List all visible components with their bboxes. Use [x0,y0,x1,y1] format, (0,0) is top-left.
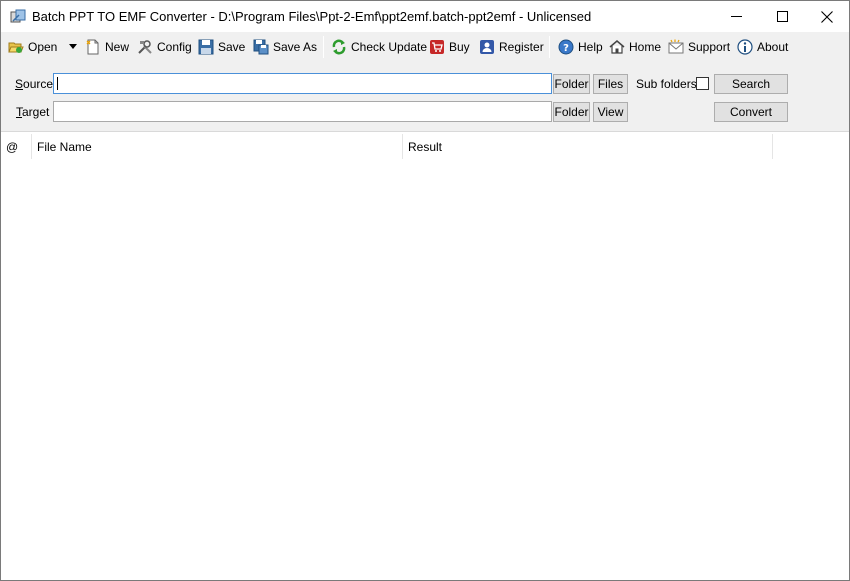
support-button[interactable]: Support [668,37,730,57]
tools-icon [138,40,152,54]
text-caret [57,77,58,90]
register-label: Register [499,40,544,54]
title-bar[interactable]: Batch PPT TO EMF Converter - D:\Program … [1,1,849,32]
home-label: Home [629,40,662,54]
about-button[interactable]: About [737,37,788,57]
support-label: Support [688,40,731,54]
app-window: Batch PPT TO EMF Converter - D:\Program … [0,0,850,581]
svg-text:?: ? [563,43,569,54]
save-as-button[interactable]: Save As [253,37,317,57]
target-view-button[interactable]: View [593,102,628,122]
save-button[interactable]: Save [198,37,245,57]
window-title: Batch PPT TO EMF Converter - D:\Program … [32,9,592,24]
column-header-file-name[interactable]: File Name [32,134,403,159]
target-folder-button[interactable]: Folder [553,102,590,122]
buy-label: Buy [449,40,470,54]
target-input[interactable] [53,101,552,122]
column-header-status[interactable]: @ [1,134,32,159]
check-update-button[interactable]: Check Update [331,37,427,57]
user-register-icon [480,40,494,54]
new-file-icon [86,39,99,55]
config-label: Config [157,40,192,54]
open-button[interactable]: Open [8,37,57,57]
info-icon [737,39,753,55]
maximize-button[interactable] [759,1,805,32]
save-label: Save [218,40,246,54]
folder-open-icon [8,42,24,53]
subfolders-checkbox[interactable] [696,77,709,90]
source-folder-button[interactable]: Folder [553,74,590,94]
toolbar-separator [549,36,550,58]
close-icon [821,10,833,23]
search-button[interactable]: Search [714,74,788,94]
column-header-result[interactable]: Result [403,134,773,159]
new-label: New [105,40,130,54]
open-label: Open [28,40,58,54]
subfolders-label: Sub folders [636,77,697,91]
file-list[interactable]: @ File Name Result [1,134,849,580]
save-as-label: Save As [273,40,318,54]
open-dropdown-arrow-icon[interactable] [69,44,77,49]
shopping-cart-icon [430,40,444,54]
minimize-button[interactable] [713,1,759,32]
help-button[interactable]: ? Help [558,37,603,57]
converter-app-icon [10,9,26,23]
options-panel: Source Folder Files Sub folders Search T… [1,62,849,132]
config-button[interactable]: Config [137,37,192,57]
register-button[interactable]: Register [479,37,544,57]
floppy-disk-icon [198,39,214,55]
save-as-icon [253,39,269,55]
new-button[interactable]: New [85,37,129,57]
help-icon: ? [558,39,574,55]
source-input[interactable] [53,73,552,94]
source-files-button[interactable]: Files [593,74,628,94]
help-label: Help [578,40,603,54]
support-mail-icon [668,39,684,54]
check-update-label: Check Update [351,40,428,54]
toolbar: Open New Config Save Save As Check Updat… [1,32,849,62]
home-button[interactable]: Home [609,37,661,57]
close-button[interactable] [804,1,850,32]
convert-button[interactable]: Convert [714,102,788,122]
refresh-update-icon [332,39,346,55]
toolbar-separator [323,36,324,58]
about-label: About [757,40,789,54]
minimize-icon [730,16,742,17]
source-label: Source [15,77,54,91]
home-icon [609,40,625,54]
maximize-icon [776,11,788,22]
target-label: Target [16,105,50,119]
buy-button[interactable]: Buy [429,37,470,57]
